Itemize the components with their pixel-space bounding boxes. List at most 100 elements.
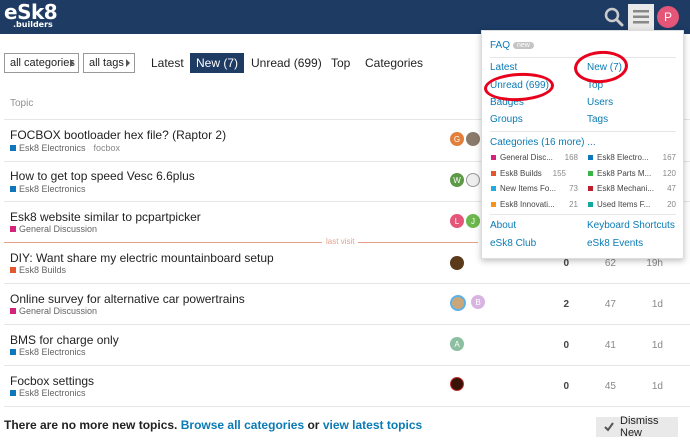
reply-count[interactable]: 2: [557, 299, 569, 310]
menu-category-item[interactable]: New Items Fo...: [491, 184, 556, 193]
menu-category-count: 168: [564, 153, 578, 162]
poster-avatar[interactable]: A: [450, 337, 464, 351]
column-header-topic[interactable]: Topic: [10, 98, 33, 109]
menu-category-name: General Disc...: [500, 153, 553, 162]
category-color-swatch: [10, 145, 16, 151]
menu-category-name: Esk8 Innovati...: [500, 200, 555, 209]
category-name: Esk8 Electronics: [19, 143, 86, 153]
nav-latest[interactable]: Latest: [151, 53, 184, 73]
site-logo[interactable]: eSk8 .builders: [4, 0, 58, 29]
menu-category-count: 120: [662, 169, 676, 178]
menu-category-item[interactable]: Esk8 Parts M...: [588, 169, 651, 178]
dismiss-new-button[interactable]: Dismiss New: [596, 415, 678, 439]
category-color-swatch: [588, 186, 593, 191]
menu-category-item[interactable]: Esk8 Builds: [491, 169, 542, 178]
view-count: 47: [604, 299, 616, 310]
category-name: General Discussion: [19, 224, 98, 234]
menu-users[interactable]: Users: [587, 97, 613, 108]
nav-categories[interactable]: Categories: [365, 53, 423, 73]
category-dropdown[interactable]: all categories: [4, 53, 79, 73]
menu-categories-header[interactable]: Categories (16 more) ...: [490, 137, 596, 148]
activity-time[interactable]: 1d: [641, 340, 663, 351]
poster-avatar[interactable]: J: [466, 214, 480, 228]
search-icon[interactable]: [602, 5, 626, 29]
menu-category-item[interactable]: Used Items F...: [588, 200, 650, 209]
activity-time[interactable]: 1d: [641, 299, 663, 310]
category-color-swatch: [491, 186, 496, 191]
poster-avatar[interactable]: [450, 256, 464, 270]
topic-title[interactable]: Esk8 website similar to pcpartpicker: [10, 210, 201, 224]
new-badge: new: [513, 41, 534, 49]
category-name: Esk8 Electronics: [19, 184, 86, 194]
browse-categories-link[interactable]: Browse all categories: [181, 418, 304, 432]
user-avatar[interactable]: P: [657, 6, 679, 28]
menu-category-name: Esk8 Parts M...: [597, 169, 652, 178]
menu-category-count: 155: [552, 169, 566, 178]
category-name: Esk8 Builds: [19, 265, 67, 275]
caret-right-icon: [70, 59, 74, 67]
poster-avatar[interactable]: L: [450, 214, 464, 228]
poster-avatar[interactable]: G: [450, 132, 464, 146]
divider: [490, 214, 676, 215]
nav-top[interactable]: Top: [331, 53, 350, 73]
poster-avatar[interactable]: [466, 132, 480, 146]
topic-title[interactable]: Online survey for alternative car powert…: [10, 292, 245, 306]
view-latest-link[interactable]: view latest topics: [323, 418, 422, 432]
menu-keyboard-shortcuts[interactable]: Keyboard Shortcuts: [587, 220, 675, 231]
menu-esk8-club[interactable]: eSk8 Club: [490, 238, 536, 249]
menu-category-item[interactable]: Esk8 Innovati...: [491, 200, 555, 209]
menu-category-item[interactable]: Esk8 Mechani...: [588, 184, 654, 193]
logo-sub-text: .builders: [13, 20, 53, 29]
topic-category[interactable]: Esk8 Electronics: [10, 184, 86, 194]
topic-title[interactable]: DIY: Want share my electric mountainboar…: [10, 251, 274, 265]
menu-about[interactable]: About: [490, 220, 516, 231]
category-name: Esk8 Electronics: [19, 388, 86, 398]
menu-groups[interactable]: Groups: [490, 114, 523, 125]
divider: [4, 283, 690, 284]
tag-dropdown[interactable]: all tags: [83, 53, 135, 73]
poster-avatar[interactable]: B: [471, 295, 485, 309]
nav-unread[interactable]: Unread (699): [251, 53, 322, 73]
nav-new[interactable]: New (7): [190, 53, 245, 73]
topic-category[interactable]: General Discussion: [10, 224, 97, 234]
topic-category[interactable]: General Discussion: [10, 306, 97, 316]
topic-tag[interactable]: focbox: [94, 143, 121, 153]
reply-count[interactable]: 0: [557, 340, 569, 351]
reply-count[interactable]: 0: [557, 258, 569, 269]
topic-title[interactable]: BMS for charge only: [10, 333, 119, 347]
poster-avatar[interactable]: W: [450, 173, 464, 187]
menu-tags[interactable]: Tags: [587, 114, 608, 125]
menu-category-item[interactable]: General Disc...: [491, 153, 553, 162]
topic-category[interactable]: Esk8 Builds: [10, 265, 66, 275]
hamburger-menu-icon[interactable]: [628, 4, 654, 30]
logo-main-text: eSk8: [4, 0, 58, 24]
reply-count[interactable]: 0: [557, 381, 569, 392]
poster-avatar[interactable]: [466, 173, 480, 187]
menu-category-item[interactable]: Esk8 Electro...: [588, 153, 649, 162]
poster-avatar[interactable]: [450, 295, 466, 311]
topic-category[interactable]: Esk8 Electronics: [10, 347, 86, 357]
menu-category-name: Esk8 Builds: [500, 169, 542, 178]
topic-title[interactable]: Focbox settings: [10, 374, 94, 388]
view-count: 62: [604, 258, 616, 269]
menu-faq[interactable]: FAQ new: [490, 40, 534, 51]
topic-title[interactable]: How to get top speed Vesc 6.6plus: [10, 169, 195, 183]
topic-title[interactable]: FOCBOX bootloader hex file? (Raptor 2): [10, 128, 226, 142]
activity-time[interactable]: 19h: [641, 258, 663, 269]
poster-avatar[interactable]: [450, 377, 464, 391]
menu-esk8-events[interactable]: eSk8 Events: [587, 238, 643, 249]
menu-category-count: 167: [662, 153, 676, 162]
category-color-swatch: [10, 226, 16, 232]
footer-prefix: There are no more new topics.: [4, 418, 178, 432]
activity-time[interactable]: 1d: [641, 381, 663, 392]
menu-latest[interactable]: Latest: [490, 62, 517, 73]
menu-category-count: 73: [569, 184, 578, 193]
category-color-swatch: [10, 349, 16, 355]
footer-or: or: [307, 418, 320, 432]
view-count: 41: [604, 340, 616, 351]
divider: [490, 131, 676, 132]
topic-category[interactable]: Esk8 Electronics: [10, 388, 86, 398]
topic-category[interactable]: Esk8 Electronics focbox: [10, 143, 120, 153]
menu-category-name: Esk8 Electro...: [597, 153, 649, 162]
check-icon: [604, 422, 614, 432]
